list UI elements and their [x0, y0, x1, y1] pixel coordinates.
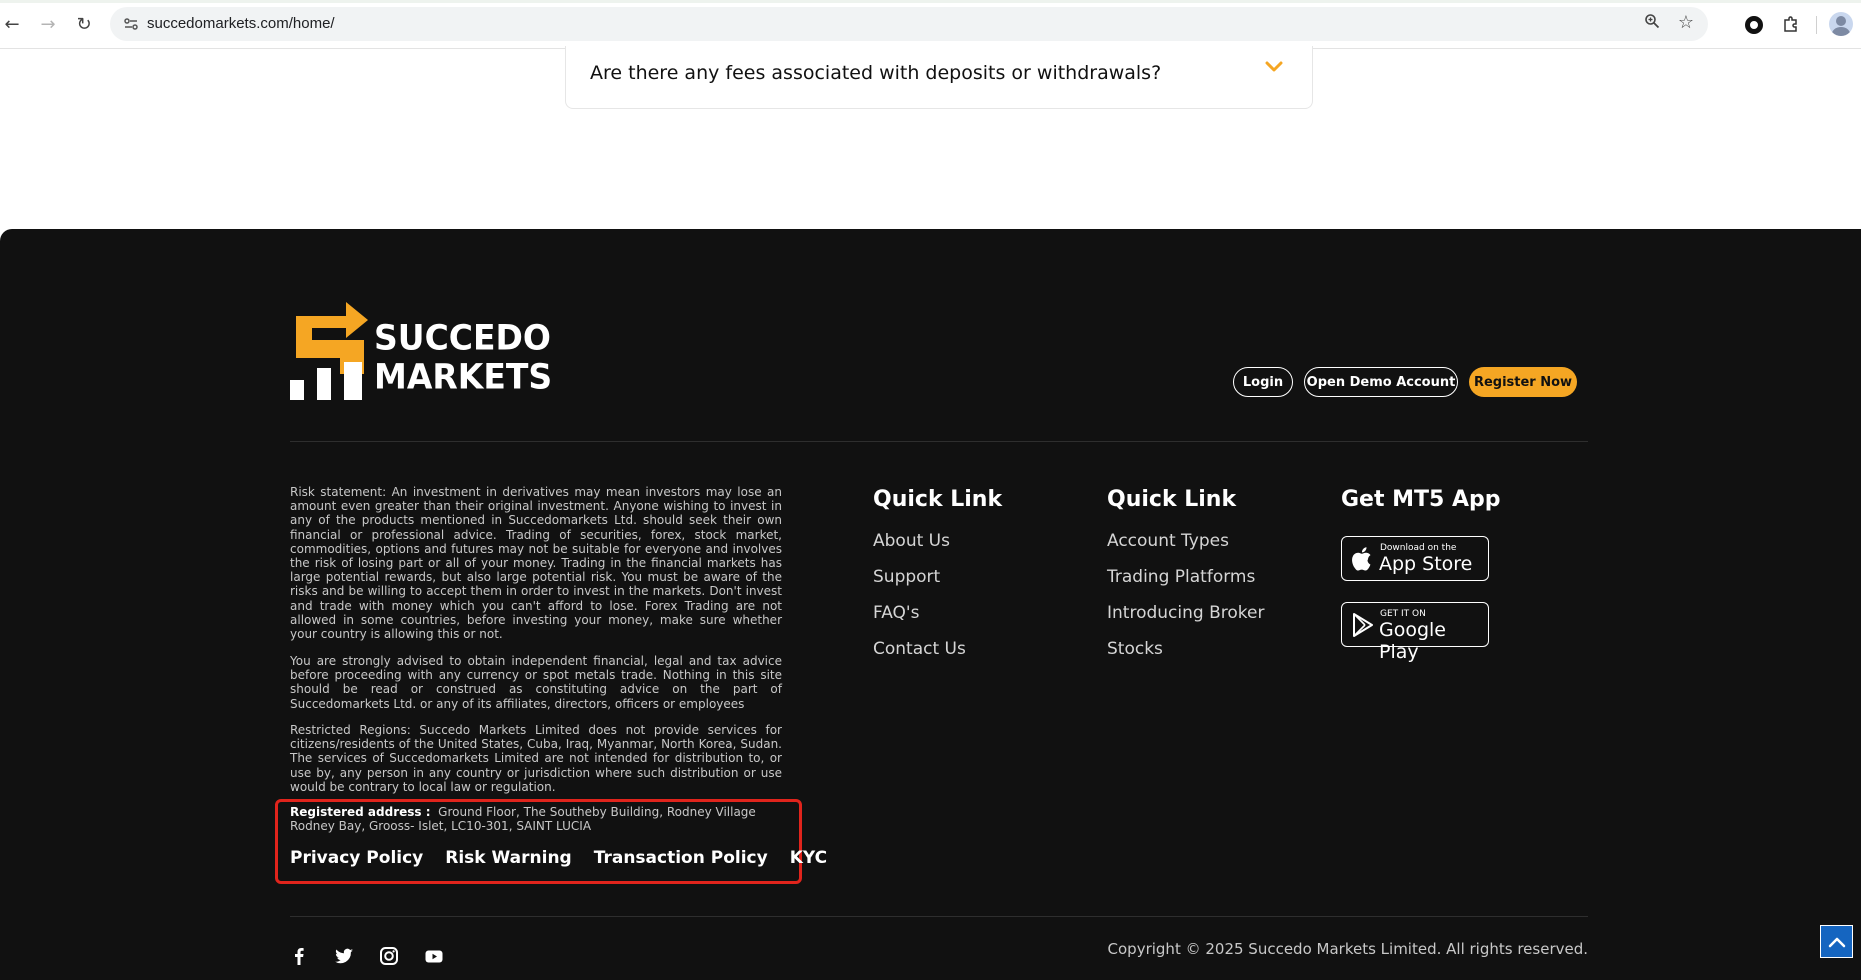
- youtube-icon[interactable]: [423, 945, 445, 967]
- transaction-policy-link[interactable]: Transaction Policy: [594, 848, 768, 868]
- googleplay-small-text: GET IT ON: [1380, 609, 1426, 619]
- url-text[interactable]: succedomarkets.com/home/: [147, 15, 335, 32]
- footer-divider-bottom: [290, 916, 1588, 917]
- open-demo-account-button[interactable]: Open Demo Account: [1304, 367, 1458, 397]
- faqs-link[interactable]: FAQ's: [873, 603, 919, 623]
- quick-link-title-1: Quick Link: [873, 487, 1003, 512]
- app-store-button[interactable]: Download on the App Store: [1341, 536, 1489, 581]
- twitter-icon[interactable]: [333, 945, 355, 967]
- googleplay-big-text: Google Play: [1379, 619, 1447, 663]
- tab-strip-edge: [0, 0, 1861, 3]
- succedo-logo[interactable]: SUCCEDO MARKETS: [290, 302, 552, 402]
- support-link[interactable]: Support: [873, 567, 940, 587]
- logo-line-2: MARKETS: [374, 356, 553, 397]
- trading-platforms-link[interactable]: Trading Platforms: [1107, 567, 1255, 587]
- contact-us-link[interactable]: Contact Us: [873, 639, 966, 659]
- site-settings-icon[interactable]: [122, 15, 140, 33]
- quick-link-title-2: Quick Link: [1107, 487, 1237, 512]
- facebook-icon[interactable]: [288, 945, 310, 967]
- account-types-link[interactable]: Account Types: [1107, 531, 1229, 551]
- profile-avatar-icon[interactable]: [1829, 12, 1853, 36]
- restricted-regions: Restricted Regions: Succedo Markets Limi…: [290, 723, 782, 794]
- chevron-down-icon[interactable]: [1264, 60, 1284, 74]
- google-play-button[interactable]: GET IT ON Google Play: [1341, 602, 1489, 663]
- about-us-link[interactable]: About Us: [873, 531, 950, 551]
- address-bar[interactable]: succedomarkets.com/home/ ☆: [110, 7, 1708, 41]
- copyright-text: Copyright © 2025 Succedo Markets Limited…: [1107, 940, 1588, 958]
- toolbar-separator: [1816, 16, 1817, 34]
- instagram-icon[interactable]: [378, 945, 400, 967]
- risk-warning-link[interactable]: Risk Warning: [445, 848, 571, 868]
- get-mt5-app-title: Get MT5 App: [1341, 487, 1501, 512]
- puzzle-extensions-icon[interactable]: [1780, 13, 1802, 35]
- faq-question[interactable]: Are there any fees associated with depos…: [590, 62, 1161, 84]
- chevron-up-icon: [1828, 937, 1845, 947]
- bookmark-star-icon[interactable]: ☆: [1678, 12, 1694, 33]
- logo-mark-icon: [290, 302, 368, 400]
- privacy-policy-link[interactable]: Privacy Policy: [290, 848, 423, 868]
- reload-icon[interactable]: ↻: [72, 12, 96, 36]
- login-button[interactable]: Login: [1233, 367, 1293, 397]
- appstore-small-text: Download on the: [1380, 543, 1457, 553]
- register-now-button[interactable]: Register Now: [1469, 367, 1577, 397]
- kyc-link[interactable]: KYC: [790, 848, 827, 868]
- scroll-to-top-button[interactable]: [1820, 925, 1853, 958]
- address-label: Registered address :: [290, 805, 431, 819]
- faq-item[interactable]: Are there any fees associated with depos…: [565, 46, 1313, 109]
- policy-links: Privacy Policy Risk Warning Transaction …: [290, 848, 827, 868]
- stocks-link[interactable]: Stocks: [1107, 639, 1163, 659]
- risk-statement: Risk statement: An investment in derivat…: [290, 485, 782, 642]
- zoom-icon[interactable]: [1644, 13, 1660, 33]
- footer-divider-top: [290, 441, 1588, 442]
- introducing-broker-link[interactable]: Introducing Broker: [1107, 603, 1264, 623]
- logo-line-1: SUCCEDO: [374, 317, 551, 358]
- forward-arrow-icon[interactable]: →: [36, 12, 60, 36]
- google-play-icon: [1353, 613, 1373, 637]
- extension-circle-icon[interactable]: [1745, 16, 1763, 34]
- registered-address: Registered address : Ground Floor, The S…: [290, 805, 786, 833]
- apple-icon: [1352, 547, 1371, 571]
- appstore-big-text: App Store: [1379, 553, 1473, 575]
- advice-statement: You are strongly advised to obtain indep…: [290, 654, 782, 711]
- browser-toolbar: ← → ↻ succedomarkets.com/home/ ☆: [0, 0, 1861, 49]
- back-arrow-icon[interactable]: ←: [0, 12, 24, 36]
- site-footer: SUCCEDO MARKETS Login Open Demo Account …: [0, 229, 1861, 980]
